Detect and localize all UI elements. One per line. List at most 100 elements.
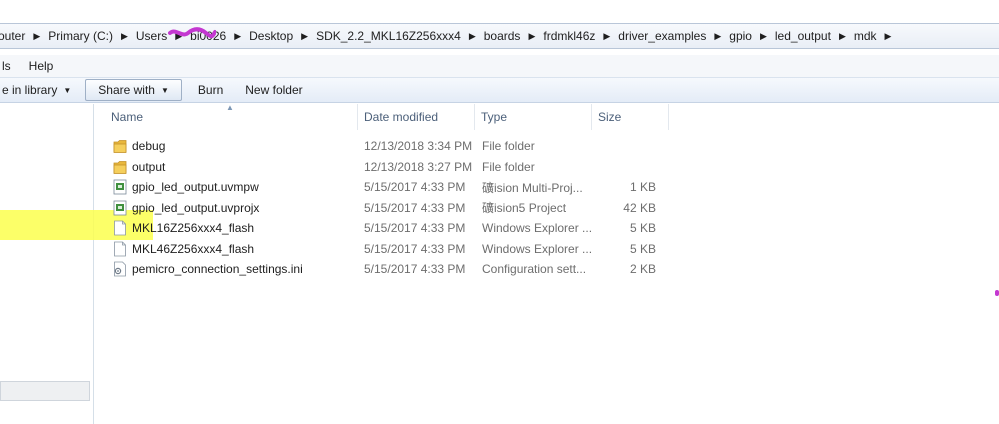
include-in-library-button[interactable]: e in library ▼ [0,79,81,101]
breadcrumb-arrow-icon[interactable]: ▶ [520,31,539,42]
breadcrumb-frdmkl46z[interactable]: frdmkl46z ▶ [539,24,614,48]
file-list: debug 12/13/2018 3:34 PM File folder out… [95,136,999,280]
file-type: File folder [482,139,535,154]
file-size: 42 KB [623,200,656,215]
breadcrumb-boards[interactable]: boards ▶ [480,24,540,48]
breadcrumb-arrow-icon[interactable]: ▶ [25,31,44,42]
file-name: gpio_led_output.uvmpw [132,180,259,195]
breadcrumb-arrow-icon[interactable]: ▶ [877,31,896,42]
file-name-cell: debug [95,138,358,154]
file-row[interactable]: debug 12/13/2018 3:34 PM File folder [95,136,999,157]
command-toolbar: e in library ▼ Share with ▼ Burn New fol… [0,77,999,103]
blank-file-icon [114,220,126,236]
file-name: MKL16Z256xxx4_flash [132,221,255,236]
breadcrumb-led-output[interactable]: led_output ▶ [771,24,850,48]
column-header-label: Type [481,110,508,124]
file-name: pemicro_connection_settings.ini [132,262,303,277]
breadcrumb-label: SDK_2.2_MKL16Z256xxx4 [316,29,461,43]
sort-ascending-icon: ▲ [226,103,234,112]
column-header-label: Date modified [364,110,439,124]
file-name-cell: MKL16Z256xxx4_flash [95,220,358,236]
file-name: gpio_led_output.uvprojx [132,200,260,215]
breadcrumb-primary-drive[interactable]: Primary (C:) ▶ [44,24,132,48]
menu-bar: ls Help [0,55,999,77]
file-row[interactable]: MKL16Z256xxx4_flash 5/15/2017 4:33 PM Wi… [95,218,999,239]
breadcrumb-arrow-icon[interactable]: ▶ [293,31,312,42]
breadcrumb-label: Desktop [249,29,294,43]
file-row[interactable]: output 12/13/2018 3:27 PM File folder [95,157,999,178]
file-name: debug [132,139,166,154]
breadcrumb-arrow-icon[interactable]: ▶ [113,31,132,42]
dropdown-arrow-icon: ▼ [160,85,169,95]
breadcrumb-gpio[interactable]: gpio ▶ [725,24,771,48]
share-with-label: Share with [98,83,155,97]
file-type: Windows Explorer ... [482,241,592,256]
settings-file-icon [114,261,126,277]
breadcrumb-arrow-icon[interactable]: ▶ [752,31,771,42]
file-name-cell: pemicro_connection_settings.ini [95,261,358,277]
file-row[interactable]: MKL46Z256xxx4_flash 5/15/2017 4:33 PM Wi… [95,239,999,260]
column-header-label: Size [598,110,622,124]
file-size: 5 KB [629,221,656,236]
breadcrumb-label: led_output [774,29,831,43]
breadcrumb-driver-examples[interactable]: driver_examples ▶ [614,24,725,48]
file-type: File folder [482,159,535,174]
file-name-cell: output [95,159,358,175]
column-header-row: ▲ Name Date modified Type Size [95,103,999,130]
column-header-date[interactable]: Date modified [358,104,475,130]
file-name: output [132,159,166,174]
file-size: 1 KB [629,180,656,195]
uvision-file-icon [113,200,127,216]
breadcrumb-sdk[interactable]: SDK_2.2_MKL16Z256xxx4 ▶ [312,24,480,48]
share-with-button[interactable]: Share with ▼ [85,79,182,101]
breadcrumb-arrow-icon[interactable]: ▶ [461,31,480,42]
file-date: 12/13/2018 3:34 PM [364,139,473,154]
file-name-cell: gpio_led_output.uvprojx [95,200,358,216]
breadcrumb-label: frdmkl46z [543,29,596,43]
blank-file-icon [114,241,126,257]
breadcrumb-arrow-icon[interactable]: ▶ [831,31,850,42]
breadcrumb-desktop[interactable]: Desktop ▶ [245,24,312,48]
menu-tools[interactable]: ls [0,59,17,73]
file-name-cell: gpio_led_output.uvmpw [95,179,358,195]
new-folder-button[interactable]: New folder [235,79,312,101]
file-type: Configuration sett... [482,262,587,277]
breadcrumb-computer[interactable]: outer ▶ [0,24,44,48]
include-in-library-label: e in library [2,83,58,97]
file-name-cell: MKL46Z256xxx4_flash [95,241,358,257]
nav-pane-scrollbar[interactable] [0,381,90,401]
breadcrumb-arrow-icon[interactable]: ▶ [226,31,245,42]
file-size: 5 KB [629,241,656,256]
file-date: 12/13/2018 3:27 PM [364,159,473,174]
file-date: 5/15/2017 4:33 PM [364,262,466,277]
column-header-size[interactable]: Size [592,104,669,130]
file-type: Windows Explorer ... [482,221,592,236]
breadcrumb-label: Primary (C:) [48,29,113,43]
column-header-type[interactable]: Type [475,104,592,130]
file-date: 5/15/2017 4:33 PM [364,221,466,236]
file-type: 礦ision Multi-Proj... [482,180,583,195]
redaction-scribble [168,27,216,39]
file-row[interactable]: gpio_led_output.uvmpw 5/15/2017 4:33 PM … [95,177,999,198]
breadcrumb-arrow-icon[interactable]: ▶ [595,31,614,42]
burn-button[interactable]: Burn [188,79,233,101]
column-header-label: Name [111,110,144,124]
file-date: 5/15/2017 4:33 PM [364,180,466,195]
file-row[interactable]: gpio_led_output.uvprojx 5/15/2017 4:33 P… [95,198,999,219]
navigation-pane[interactable] [0,104,94,424]
menu-help[interactable]: Help [23,59,60,73]
file-name: MKL46Z256xxx4_flash [132,241,255,256]
folder-icon [113,140,127,154]
file-row[interactable]: pemicro_connection_settings.ini 5/15/201… [95,259,999,280]
address-bar[interactable]: outer ▶ Primary (C:) ▶ Users ▶ bi0026 ▶ … [0,23,999,49]
breadcrumb-arrow-icon[interactable]: ▶ [706,31,725,42]
folder-icon [113,160,127,174]
file-type: 礦ision5 Project [482,201,567,216]
annotation-mark [995,290,999,296]
uvision-file-icon [113,179,127,195]
breadcrumb-label: gpio [729,29,752,43]
column-header-name[interactable]: ▲ Name [95,103,358,130]
breadcrumb-label: driver_examples [618,29,707,43]
breadcrumb-mdk[interactable]: mdk ▶ [850,24,896,48]
breadcrumb-label: Users [135,29,168,43]
